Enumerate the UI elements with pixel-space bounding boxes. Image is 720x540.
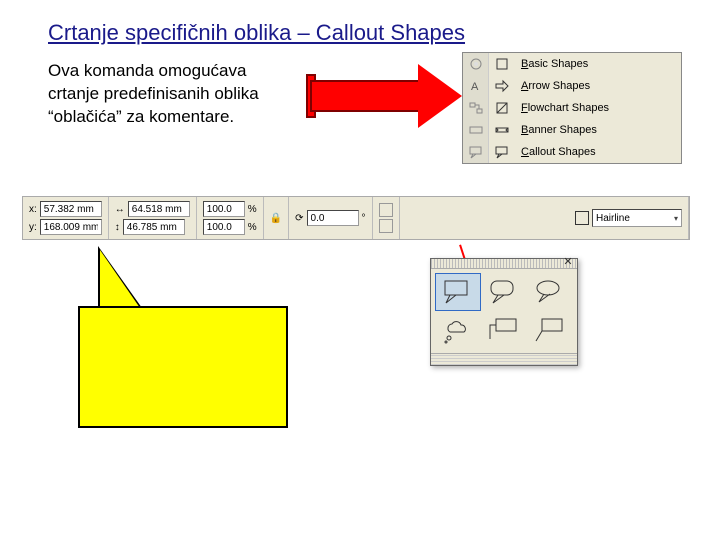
square-icon xyxy=(494,56,510,72)
mirror-v-button[interactable] xyxy=(379,219,393,233)
chevron-down-icon: ▾ xyxy=(674,214,678,223)
percent-label-y: % xyxy=(248,222,257,233)
outline-swatch[interactable] xyxy=(575,211,589,225)
close-icon[interactable]: ✕ xyxy=(561,257,575,269)
description-text: Ova komanda omogućava crtanje predefinis… xyxy=(48,60,298,129)
arrow-decoration-body xyxy=(310,80,420,112)
flyout-item-banner-shapes[interactable]: Banner Shapes xyxy=(463,119,681,141)
lock-icon[interactable]: 🔒 xyxy=(270,213,282,224)
callout-shape-line2[interactable] xyxy=(527,311,573,349)
callout-shape-rounded[interactable] xyxy=(481,273,527,311)
width-icon: ↔ xyxy=(115,204,125,215)
flyout-label: Arrow Shapes xyxy=(515,80,590,92)
shapes-flyout-menu: Basic Shapes A Arrow Shapes Flowchart Sh… xyxy=(462,52,682,164)
rotation-input[interactable] xyxy=(307,210,359,226)
y-position-input[interactable] xyxy=(40,219,102,235)
text-icon: A xyxy=(468,78,484,94)
palette-grip[interactable]: ✕ xyxy=(431,259,577,269)
mirror-h-button[interactable] xyxy=(379,203,393,217)
flyout-label: Banner Shapes xyxy=(515,124,597,136)
speech-icon xyxy=(494,144,510,160)
scale-x-input[interactable] xyxy=(203,201,245,217)
example-callout-shape xyxy=(78,306,288,428)
page-title: Crtanje specifičnih oblika – Callout Sha… xyxy=(48,20,465,46)
height-icon: ↕ xyxy=(115,222,120,233)
width-input[interactable] xyxy=(128,201,190,217)
y-label: y: xyxy=(29,222,37,233)
callout-shape-oval[interactable] xyxy=(527,273,573,311)
x-label: x: xyxy=(29,204,37,215)
x-position-input[interactable] xyxy=(40,201,102,217)
percent-label-x: % xyxy=(248,204,257,215)
callout-shape-line1[interactable] xyxy=(481,311,527,349)
flyout-label: Callout Shapes xyxy=(515,146,596,158)
outline-width-dropdown[interactable]: Hairline▾ xyxy=(592,209,682,227)
star-icon xyxy=(468,56,484,72)
flyout-item-basic-shapes[interactable]: Basic Shapes xyxy=(463,53,681,75)
flyout-item-callout-shapes[interactable]: Callout Shapes xyxy=(463,141,681,163)
flyout-item-arrow-shapes[interactable]: A Arrow Shapes xyxy=(463,75,681,97)
arrow-decoration-head xyxy=(418,64,462,128)
callout-icon xyxy=(468,144,484,160)
svg-text:A: A xyxy=(471,81,479,93)
ribbon-icon xyxy=(494,122,510,138)
property-bar: x: y: ↔ ↕ % % 🔒 ⟳ ° Hairline▾ xyxy=(22,196,690,240)
flyout-label: Flowchart Shapes xyxy=(515,102,609,114)
callout-shape-cloud[interactable] xyxy=(435,311,481,349)
rotation-icon: ⟳ xyxy=(295,213,303,224)
flyout-label: Basic Shapes xyxy=(515,58,588,70)
scale-y-input[interactable] xyxy=(203,219,245,235)
degree-label: ° xyxy=(362,213,366,224)
flyout-item-flowchart-shapes[interactable]: Flowchart Shapes xyxy=(463,97,681,119)
diamond-icon xyxy=(494,100,510,116)
height-input[interactable] xyxy=(123,219,185,235)
banner-icon xyxy=(468,122,484,138)
palette-resize-grip[interactable] xyxy=(431,353,577,365)
flowchart-icon xyxy=(468,100,484,116)
arrow-right-icon xyxy=(494,78,510,94)
callout-shapes-palette: ✕ xyxy=(430,258,578,366)
callout-shape-rect[interactable] xyxy=(435,273,481,311)
